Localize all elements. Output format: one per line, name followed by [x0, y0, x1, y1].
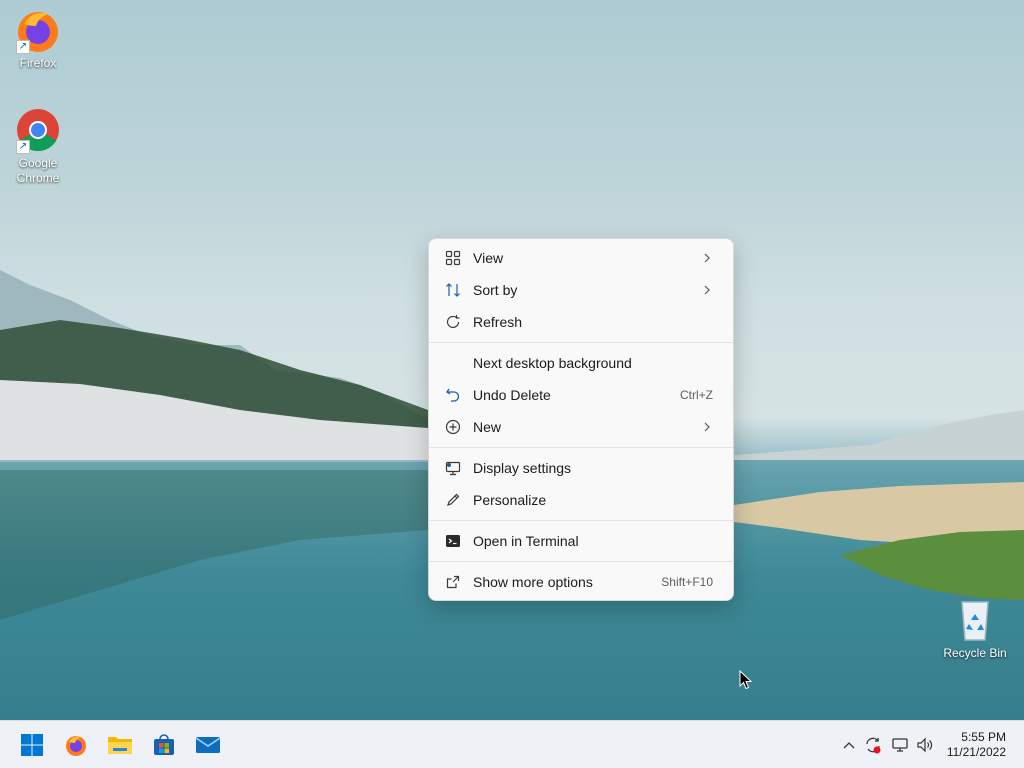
menu-item-label: Sort by: [473, 282, 518, 298]
shortcut-text: Ctrl+Z: [680, 388, 713, 402]
menu-item-refresh[interactable]: Refresh: [433, 306, 729, 338]
taskbar-microsoft-store-button[interactable]: [148, 729, 180, 761]
shortcut-arrow-icon: ↗: [16, 40, 30, 54]
menu-item-view[interactable]: View: [433, 242, 729, 274]
chrome-icon: ↗: [14, 106, 62, 154]
windows-logo-icon: [21, 734, 43, 756]
volume-icon: [917, 737, 933, 753]
mouse-cursor-icon: [739, 670, 753, 690]
taskbar-file-explorer-button[interactable]: [104, 729, 136, 761]
sync-status-button[interactable]: [863, 735, 883, 755]
desktop-icon-label: Firefox: [19, 56, 57, 70]
chevron-up-icon: [843, 742, 855, 749]
desktop-icon-label: Google Chrome: [16, 156, 60, 185]
menu-item-show-more-options[interactable]: Show more options Shift+F10: [433, 566, 729, 598]
volume-button[interactable]: [915, 735, 935, 755]
desktop-icon-label: Recycle Bin: [943, 646, 1007, 660]
menu-item-next-desktop-background[interactable]: Next desktop background: [433, 347, 729, 379]
show-hidden-icons-button[interactable]: [839, 735, 859, 755]
menu-item-label: New: [473, 419, 502, 435]
desktop-context-menu: View Sort by Refresh Next desktop backgr…: [428, 238, 734, 601]
menu-item-open-in-terminal[interactable]: Open in Terminal: [433, 525, 729, 557]
store-bag-icon: [154, 734, 174, 755]
chevron-right-icon: [703, 253, 713, 263]
plus-circle-icon: [444, 418, 462, 436]
menu-item-new[interactable]: New: [433, 411, 729, 443]
desktop-icon-recycle-bin[interactable]: Recycle Bin: [937, 596, 1013, 661]
recycle-bin-icon: [951, 596, 999, 644]
undo-icon: [444, 386, 462, 404]
display-icon: [444, 459, 462, 477]
shortcut-text: Shift+F10: [661, 575, 713, 589]
menu-item-label: Next desktop background: [473, 355, 632, 371]
menu-item-label: Show more options: [473, 574, 593, 590]
menu-separator: [429, 561, 733, 562]
refresh-icon: [444, 313, 462, 331]
clock-time: 5:55 PM: [961, 730, 1006, 744]
desktop[interactable]: ↗ Firefox ↗ Google Chrome Recycle Bin Vi…: [0, 0, 1024, 720]
share-icon: [444, 573, 462, 591]
menu-item-label: Personalize: [473, 492, 547, 508]
chevron-right-icon: [703, 422, 713, 432]
taskbar-firefox-button[interactable]: [60, 729, 92, 761]
network-icon: [892, 738, 908, 752]
network-button[interactable]: [890, 735, 910, 755]
menu-item-sort-by[interactable]: Sort by: [433, 274, 729, 306]
menu-item-label: View: [473, 250, 504, 266]
menu-item-display-settings[interactable]: Display settings: [433, 452, 729, 484]
menu-item-label: Display settings: [473, 460, 572, 476]
terminal-icon: [444, 532, 462, 550]
taskbar-mail-button[interactable]: [192, 729, 224, 761]
start-button[interactable]: [16, 729, 48, 761]
mail-icon: [195, 737, 221, 753]
firefox-icon: [66, 736, 86, 756]
sort-icon: [444, 281, 462, 299]
grid-icon: [444, 249, 462, 267]
taskbar-clock[interactable]: 5:55 PM 11/21/2022: [947, 730, 1006, 760]
menu-item-undo-delete[interactable]: Undo Delete Ctrl+Z: [433, 379, 729, 411]
desktop-icon-chrome[interactable]: ↗ Google Chrome: [0, 106, 76, 186]
sync-icon: [866, 737, 881, 754]
menu-item-label: Refresh: [473, 314, 523, 330]
menu-separator: [429, 342, 733, 343]
firefox-icon: ↗: [14, 6, 62, 54]
menu-item-label: Open in Terminal: [473, 533, 579, 549]
pen-icon: [444, 491, 462, 509]
chevron-right-icon: [703, 285, 713, 295]
menu-item-personalize[interactable]: Personalize: [433, 484, 729, 516]
clock-date: 11/21/2022: [946, 745, 1006, 759]
menu-item-label: Undo Delete: [473, 387, 551, 403]
menu-separator: [429, 447, 733, 448]
desktop-icon-firefox[interactable]: ↗ Firefox: [0, 6, 76, 71]
shortcut-arrow-icon: ↗: [16, 140, 30, 154]
taskbar: 5:55 PM 11/21/2022: [0, 720, 1024, 768]
menu-separator: [429, 520, 733, 521]
folder-icon: [108, 737, 132, 754]
